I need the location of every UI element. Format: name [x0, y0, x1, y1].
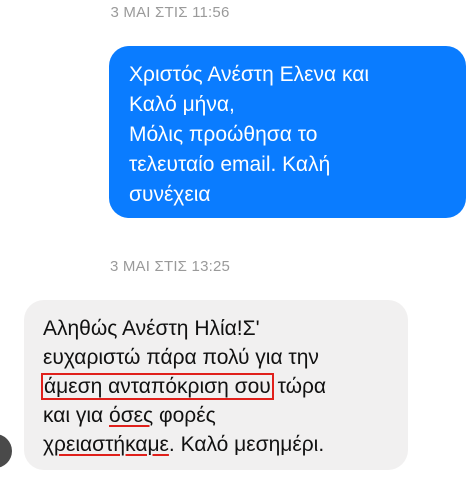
message-text-fragment: φορές: [153, 404, 216, 427]
message-text-line: συνέχεια: [129, 183, 211, 206]
message-text-line: ευχαριστώ πάρα πολύ για την: [43, 346, 319, 369]
message-text-fragment: τώρα: [271, 375, 327, 398]
message-text-line: Χριστός Ανέστη Ελενα και: [129, 63, 370, 86]
message-timestamp: 3 ΜΑΙ ΣΤΙΣ 11:56: [110, 4, 230, 21]
message-text-fragment: . Καλό μεσημέρι.: [168, 433, 325, 456]
message-text-line: Μόλις προώθησα το: [129, 123, 318, 146]
avatar[interactable]: [0, 434, 12, 468]
outgoing-message-bubble[interactable]: Χριστός Ανέστη Ελενα και Καλό μήνα, Μόλι…: [109, 46, 466, 218]
highlight-box-annotation: άμεση ανταπόκριση σου: [41, 373, 274, 400]
underline-annotation: όσες: [109, 404, 154, 427]
message-text-line: Καλό μήνα,: [129, 93, 235, 116]
message-text-line: τελευταίο email. Καλή: [129, 153, 331, 176]
message-timestamp: 3 ΜΑΙ ΣΤΙΣ 13:25: [109, 258, 231, 275]
message-text-fragment: και για: [43, 404, 110, 427]
incoming-message-bubble[interactable]: Αληθώς Ανέστη Ηλία!Σ' ευχαριστώ πάρα πολ…: [24, 300, 408, 470]
message-text-line: χρειαστήκαμε. Καλό μεσημέρι.: [43, 430, 408, 459]
message-text-line: Αληθώς Ανέστη Ηλία!Σ': [43, 317, 260, 340]
underline-annotation: χρειαστήκαμε: [43, 433, 169, 456]
message-text-line: άμεση ανταπόκριση σου τώρα: [41, 372, 408, 401]
message-text-line: και για όσες φορές: [43, 401, 408, 430]
